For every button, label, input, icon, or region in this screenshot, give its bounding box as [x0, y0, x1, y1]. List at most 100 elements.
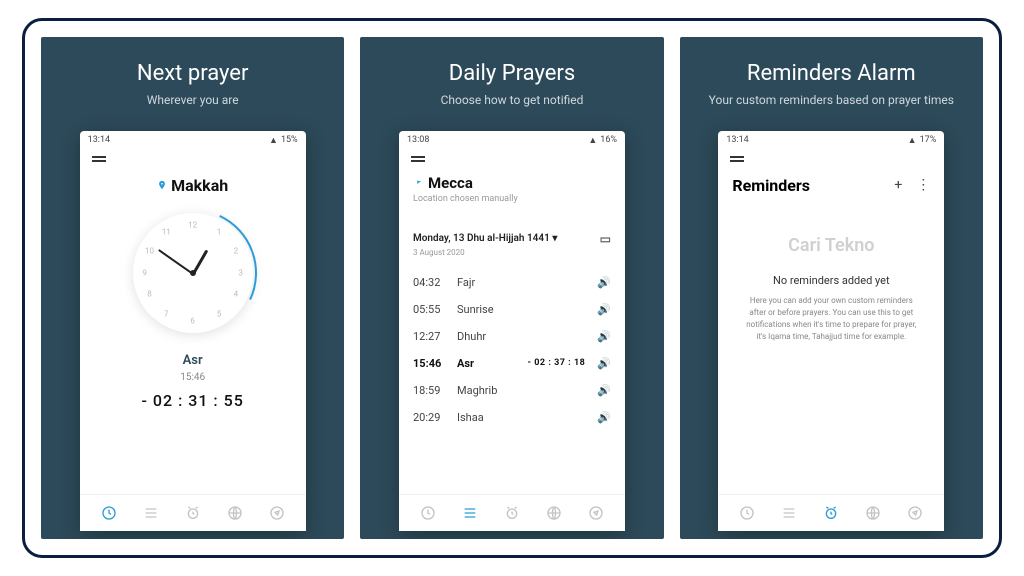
panel-daily-prayers: Daily Prayers Choose how to get notified…	[360, 37, 663, 539]
status-time: 13:08	[407, 135, 429, 145]
prayer-time: 20:29	[413, 411, 445, 424]
clock-num: 5	[217, 309, 222, 318]
nav-globe-icon[interactable]	[865, 505, 881, 521]
panel-next-prayer: Next prayer Wherever you are 13:14 ▲ 15%…	[41, 37, 344, 539]
panel-subtitle: Your custom reminders based on prayer ti…	[689, 92, 974, 109]
nav-clock-icon[interactable]	[101, 505, 117, 521]
nav-compass-icon[interactable]	[907, 505, 923, 521]
calendar-icon[interactable]: ▭	[600, 232, 611, 246]
nav-alarm-icon[interactable]	[823, 505, 839, 521]
prayer-row[interactable]: 05:55Sunrise🔊	[413, 296, 611, 323]
nav-list-icon[interactable]	[462, 505, 478, 521]
date-row[interactable]: Monday, 13 Dhu al-Hijjah 1441 ▾ ▭	[413, 232, 611, 246]
gregorian-date: 3 August 2020	[413, 248, 611, 257]
sound-icon[interactable]: 🔊	[597, 303, 611, 316]
prayer-time: 12:27	[413, 330, 445, 343]
signal-icon: ▲	[908, 135, 917, 146]
location-name: Makkah	[171, 176, 228, 195]
next-prayer-time: 15:46	[94, 372, 292, 383]
nav-alarm-icon[interactable]	[185, 505, 201, 521]
app-bar	[399, 150, 625, 162]
prayer-time: 15:46	[413, 357, 445, 370]
countdown: - 02 : 31 : 55	[94, 391, 292, 410]
nav-clock-icon[interactable]	[420, 505, 436, 521]
empty-description: Here you can add your own custom reminde…	[732, 295, 930, 343]
screen-content: Reminders + ⋮ Cari Tekno No reminders ad…	[718, 162, 944, 494]
location-row[interactable]: Makkah	[94, 176, 292, 195]
clock-num: 1	[217, 227, 222, 236]
status-right: ▲ 15%	[269, 135, 298, 146]
sound-icon[interactable]: 🔊	[597, 330, 611, 343]
nav-list-icon[interactable]	[781, 505, 797, 521]
sound-icon[interactable]: 🔊	[597, 384, 611, 397]
app-bar	[718, 150, 944, 162]
nav-globe-icon[interactable]	[546, 505, 562, 521]
signal-icon: ▲	[269, 135, 278, 146]
status-bar: 13:14 ▲ 17%	[718, 131, 944, 150]
prayer-row[interactable]: 12:27 Dhuhr 🔊	[413, 323, 611, 350]
panel-title: Next prayer	[137, 61, 249, 86]
menu-icon[interactable]	[411, 156, 425, 158]
watermark-logo: Cari Tekno	[732, 235, 930, 256]
menu-icon[interactable]	[92, 156, 106, 158]
bottom-nav	[718, 494, 944, 531]
nav-alarm-icon[interactable]	[504, 505, 520, 521]
location-row[interactable]: Mecca	[413, 174, 611, 192]
bottom-nav	[399, 494, 625, 531]
battery-text: 16%	[600, 135, 617, 145]
sound-icon[interactable]: 🔊	[597, 276, 611, 289]
prayer-name: Fajr	[457, 276, 585, 289]
prayer-row[interactable]: 18:59 Maghrib 🔊	[413, 377, 611, 404]
clock-widget: 12 1 2 3 4 5 6 7 8 9 10 11	[94, 213, 292, 333]
bottom-nav	[80, 494, 306, 531]
prayer-countdown: - 02 : 37 : 18	[527, 358, 585, 368]
empty-title: No reminders added yet	[732, 274, 930, 287]
status-bar: 13:14 ▲ 15%	[80, 131, 306, 150]
nav-clock-icon[interactable]	[739, 505, 755, 521]
clock-num: 11	[162, 227, 171, 236]
reminders-actions: + ⋮	[894, 177, 930, 193]
prayer-name: Sunrise	[457, 303, 585, 316]
location-sub: Location chosen manually	[413, 194, 611, 204]
clock-num: 2	[234, 247, 239, 256]
app-bar	[80, 150, 306, 162]
more-icon[interactable]: ⋮	[916, 177, 930, 193]
prayer-row[interactable]: 15:46 Asr - 02 : 37 : 18 🔊	[413, 350, 611, 377]
sound-icon[interactable]: 🔊	[597, 357, 611, 370]
reminders-header: Reminders + ⋮	[732, 176, 930, 195]
nav-compass-icon[interactable]	[588, 505, 604, 521]
prayer-row[interactable]: 20:29Ishaa🔊	[413, 404, 611, 431]
nav-globe-icon[interactable]	[227, 505, 243, 521]
status-bar: 13:08 ▲ 16%	[399, 131, 625, 150]
sound-icon[interactable]: 🔊	[597, 411, 611, 424]
prayer-name: Dhuhr	[457, 330, 585, 343]
phone-mockup: 13:14 ▲ 17% Reminders + ⋮ Cari T	[718, 131, 944, 531]
prayer-time: 18:59	[413, 384, 445, 397]
clock-num: 6	[190, 316, 195, 325]
prayer-name: Maghrib	[457, 384, 585, 397]
screen-content: Makkah 12 1 2 3 4 5 6 7 8 9	[80, 162, 306, 494]
prayer-row[interactable]: 04:32Fajr🔊	[413, 269, 611, 296]
status-right: ▲ 17%	[908, 135, 937, 146]
screen-content: Mecca Location chosen manually Monday, 1…	[399, 162, 625, 494]
status-right: ▲ 16%	[588, 135, 617, 146]
prayer-name: Asr	[457, 357, 516, 370]
location-name: Mecca	[428, 174, 473, 192]
phone-mockup: 13:14 ▲ 15% Makkah 12 1	[80, 131, 306, 531]
clock-num: 4	[234, 290, 239, 299]
nav-compass-icon[interactable]	[269, 505, 285, 521]
signal-icon: ▲	[588, 135, 597, 146]
clock-num: 10	[145, 247, 154, 256]
prayer-list: 04:32Fajr🔊05:55Sunrise🔊12:27Dhuhr🔊15:46A…	[413, 269, 611, 431]
analog-clock: 12 1 2 3 4 5 6 7 8 9 10 11	[133, 213, 253, 333]
panel-title: Reminders Alarm	[747, 61, 916, 86]
clock-num: 3	[238, 268, 243, 277]
next-prayer-name: Asr	[94, 353, 292, 368]
panel-subtitle: Wherever you are	[127, 92, 259, 109]
nav-list-icon[interactable]	[143, 505, 159, 521]
panel-reminders: Reminders Alarm Your custom reminders ba…	[680, 37, 983, 539]
clock-num: 12	[188, 220, 197, 229]
clock-num: 9	[142, 268, 147, 277]
add-icon[interactable]: +	[894, 177, 902, 193]
menu-icon[interactable]	[730, 156, 744, 158]
